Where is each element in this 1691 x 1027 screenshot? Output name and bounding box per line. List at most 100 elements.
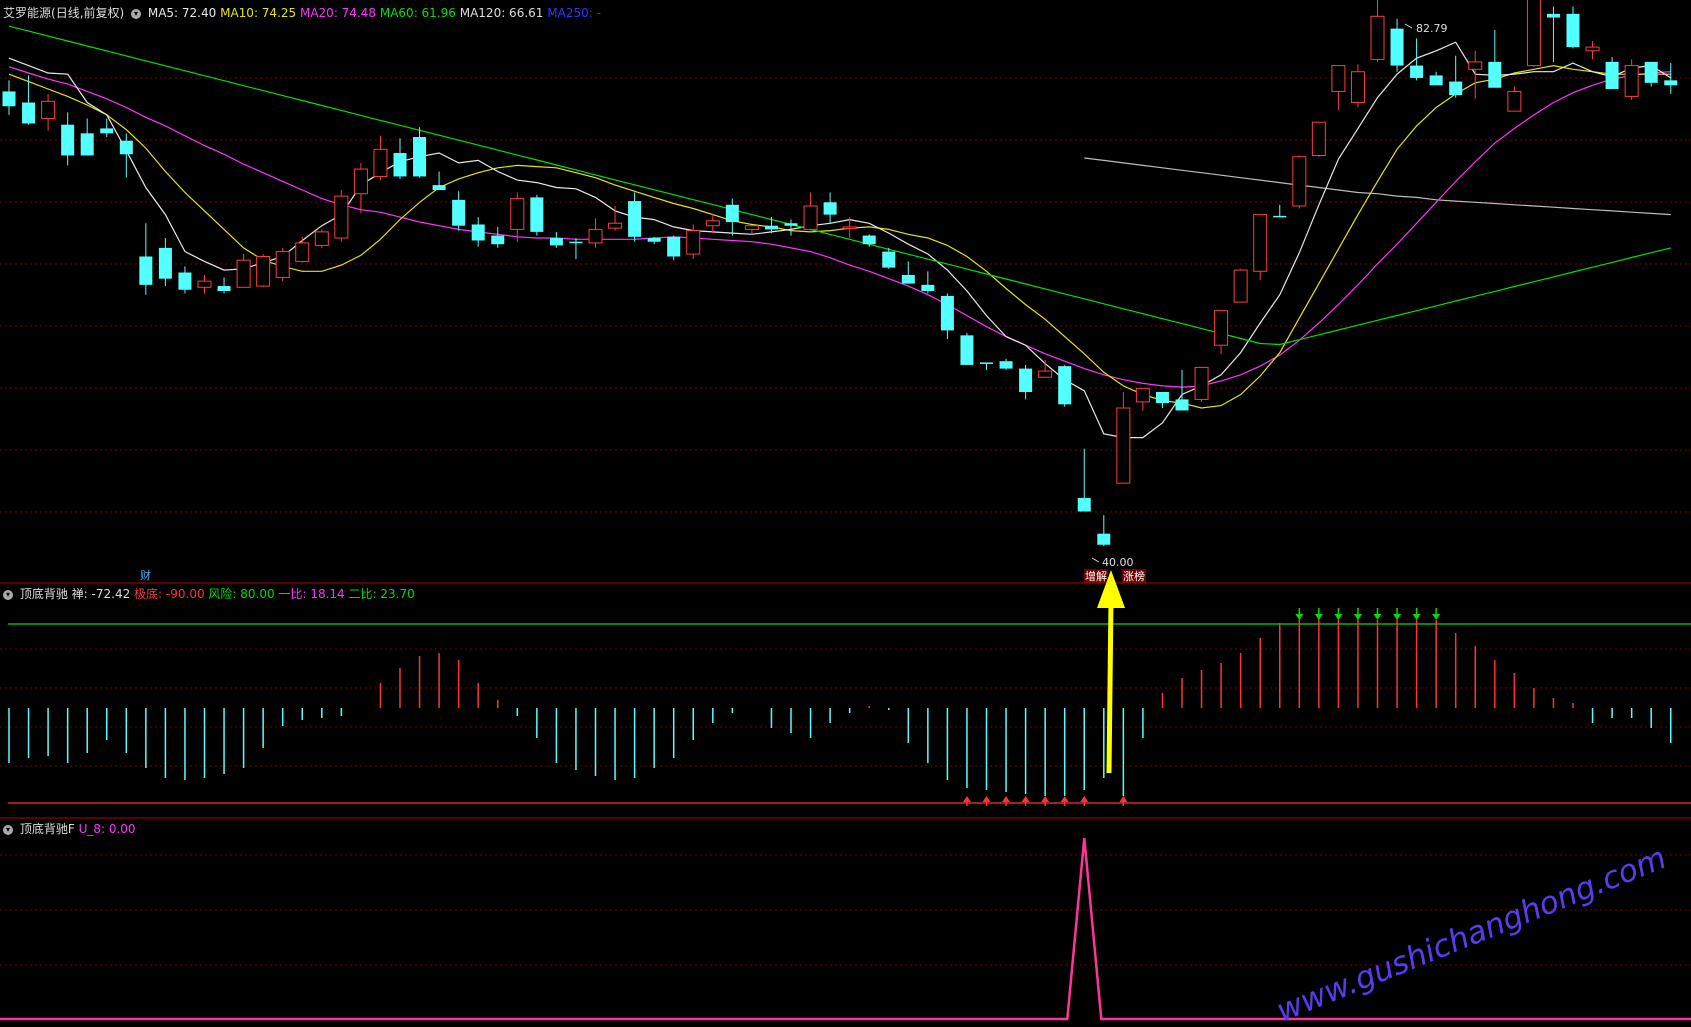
osc-pane-header: ▾ 顶底背驰 禅: -72.42 极底: -90.00 风险: 80.00 一比… xyxy=(3,585,415,602)
candle-body xyxy=(158,247,172,279)
ma10-label: MA10: 74.25 xyxy=(220,6,297,20)
ma250-label: MA250: - xyxy=(547,6,601,20)
bottom-pane-collapse-icon[interactable]: ▾ xyxy=(3,824,13,835)
candle-body xyxy=(334,195,349,239)
osc-jidi-label: 极底: -90.00 xyxy=(134,587,205,601)
bottom-title: 顶底背驰F xyxy=(19,822,75,836)
candle-body xyxy=(353,168,368,195)
candle-body xyxy=(842,226,857,229)
candle-body xyxy=(1097,533,1111,545)
bottom-u8-label: U_8: 0.00 xyxy=(78,822,136,836)
osc-title: 顶底背驰 xyxy=(19,587,68,601)
candle-body xyxy=(1233,269,1248,303)
candle-body xyxy=(1449,81,1463,96)
candle-body xyxy=(1350,71,1365,104)
candle-body xyxy=(1429,75,1443,86)
candle-body xyxy=(1605,61,1619,89)
osc-pane-collapse-icon[interactable]: ▾ xyxy=(3,589,13,600)
candle-body xyxy=(295,242,310,262)
candle-body xyxy=(647,238,661,242)
main-grid xyxy=(0,77,1691,513)
osc-grid xyxy=(0,648,1691,767)
candle-body xyxy=(314,231,329,246)
candle-body xyxy=(1331,65,1346,92)
candle-body xyxy=(960,335,974,365)
candle-body xyxy=(1038,370,1053,378)
candle-body xyxy=(139,256,153,285)
ma60-label: MA60: 61.96 xyxy=(379,6,456,20)
candle-body xyxy=(61,124,75,156)
candle-body xyxy=(1253,214,1268,272)
candle-body xyxy=(784,223,798,226)
candle-body xyxy=(2,91,16,107)
candle-body xyxy=(1116,407,1131,484)
candle-body xyxy=(217,286,231,291)
candle-body xyxy=(256,256,271,287)
candle-body xyxy=(705,220,720,227)
candle-body xyxy=(1370,15,1385,60)
candle-body xyxy=(1468,61,1483,70)
candles xyxy=(2,0,1678,546)
candle-body xyxy=(1019,368,1033,393)
candle-body xyxy=(471,224,485,241)
chart-canvas: 82.79 40.00 财 增解 涨榜 www.gushichanghong.c… xyxy=(0,0,1691,1027)
candle-body xyxy=(373,148,388,177)
ma5-line xyxy=(8,41,1672,439)
candle-body xyxy=(119,140,133,155)
candle-body xyxy=(940,295,954,331)
ma20-label: MA20: 74.48 xyxy=(299,6,377,20)
candle-body xyxy=(530,197,544,232)
osc-yibi-label: 一比: 18.14 xyxy=(278,587,345,601)
high-price-tick xyxy=(1404,23,1413,29)
candle-body xyxy=(413,137,427,177)
candle-body xyxy=(667,236,681,257)
candle-body xyxy=(178,272,192,290)
low-price-label: 40.00 xyxy=(1102,556,1134,569)
main-pane-collapse-icon[interactable]: ▾ xyxy=(131,8,142,19)
candle-body xyxy=(628,201,642,237)
candle-body xyxy=(510,198,525,230)
candle-body xyxy=(1624,65,1639,97)
candle-body xyxy=(1077,497,1091,512)
candle-body xyxy=(1566,13,1580,48)
low-price-tick xyxy=(1091,557,1100,563)
candle-body xyxy=(862,235,876,245)
candle-body xyxy=(980,362,993,364)
high-price-label: 82.79 xyxy=(1416,22,1448,35)
candle-body xyxy=(882,251,896,268)
osc-risk-label: 风险: 80.00 xyxy=(208,587,275,601)
ma120-line xyxy=(1084,157,1671,216)
tag-zhangting: 涨榜 xyxy=(1123,569,1145,583)
candle-body xyxy=(1390,28,1404,66)
candle-body xyxy=(744,225,759,230)
candle-body xyxy=(1273,215,1287,218)
candle-body xyxy=(1175,399,1189,411)
candle-body xyxy=(1155,392,1169,404)
candle-body xyxy=(1546,13,1560,18)
tag-zengjian: 增解 xyxy=(1085,569,1107,583)
osc-chan-label: 禅: -72.42 xyxy=(71,587,131,601)
candle-body xyxy=(823,202,837,215)
period-label: (日线,前复权) xyxy=(51,6,125,20)
candle-body xyxy=(1585,46,1600,52)
candle-body xyxy=(686,230,701,255)
candle-body xyxy=(491,235,505,245)
stock-name: 艾罗能源 xyxy=(3,6,52,20)
candle-body xyxy=(236,259,251,288)
candle-body xyxy=(1526,0,1541,67)
candle-body xyxy=(764,225,778,230)
candle-body xyxy=(725,204,739,223)
candle-body xyxy=(100,128,114,134)
candle-body xyxy=(22,102,36,124)
candle-body xyxy=(1410,65,1424,78)
candle-body xyxy=(1507,90,1522,112)
ma120-label: MA120: 66.61 xyxy=(459,6,544,20)
ma20-line xyxy=(8,66,1671,388)
candle-body xyxy=(1311,121,1326,156)
candle-body xyxy=(1644,61,1658,83)
candle-body xyxy=(921,284,935,291)
candle-body xyxy=(393,153,407,177)
candle-body xyxy=(197,280,212,288)
candle-body xyxy=(608,222,623,229)
candle-body xyxy=(1292,156,1307,207)
